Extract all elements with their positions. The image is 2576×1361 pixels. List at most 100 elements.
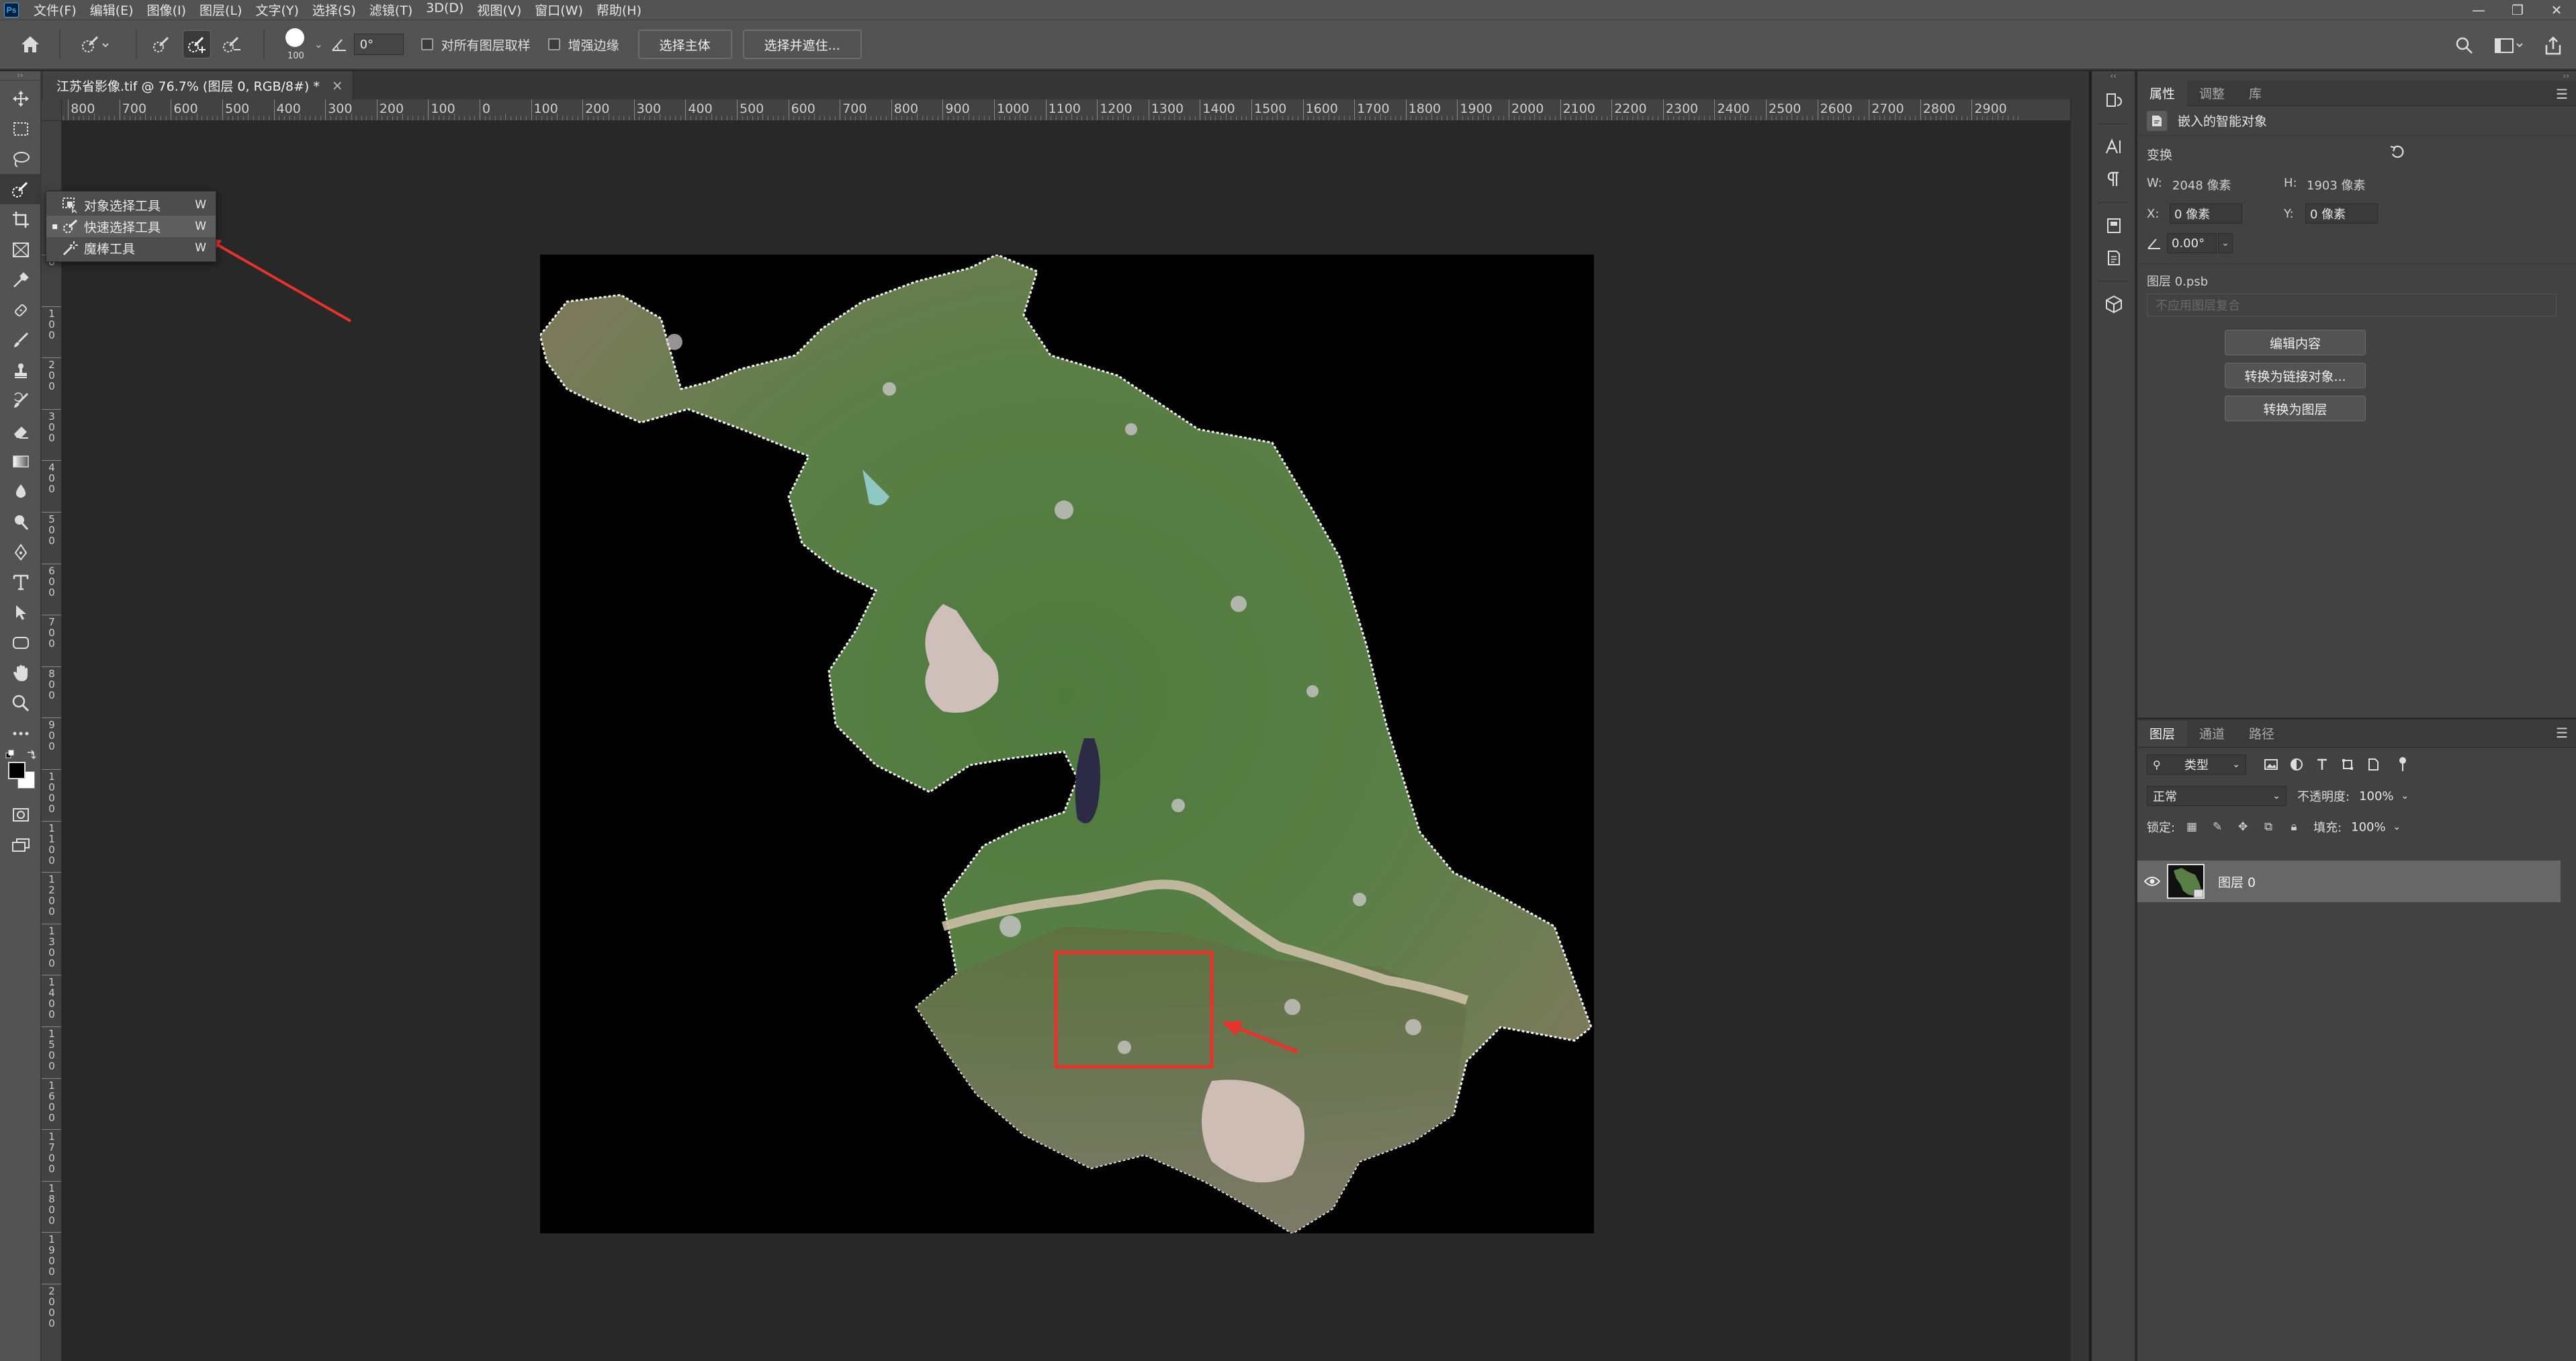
move-tool[interactable] — [0, 83, 42, 114]
3d-panel-button[interactable] — [2092, 288, 2136, 320]
chevron-down-icon[interactable]: ⌄ — [314, 38, 323, 50]
canvas-area[interactable] — [62, 121, 2070, 1361]
width-value[interactable]: 2048 像素 — [2172, 176, 2231, 193]
lock-image-icon[interactable]: ✎ — [2209, 818, 2226, 836]
quick-mask-button[interactable] — [0, 799, 42, 830]
rotation-dropdown[interactable]: ⌄ — [2218, 233, 2233, 253]
paragraph-panel-button[interactable] — [2092, 163, 2136, 195]
select-and-mask-button[interactable]: 选择并遮住... — [742, 30, 862, 59]
screen-mode-button[interactable] — [0, 830, 42, 860]
minimize-button[interactable]: — — [2459, 0, 2498, 19]
lock-transparent-icon[interactable]: ▦ — [2183, 818, 2201, 836]
menu-item[interactable]: 滤镜(T) — [369, 1, 412, 19]
canvas-vertical-scrollbar[interactable] — [2070, 99, 2089, 1361]
menu-item[interactable]: 文字(Y) — [255, 1, 298, 19]
brush-size-picker[interactable]: 100 — [275, 24, 314, 64]
lock-position-icon[interactable]: ✥ — [2234, 818, 2252, 836]
menu-item[interactable]: 图像(I) — [147, 1, 186, 19]
history-brush-tool[interactable] — [0, 386, 42, 416]
tab-layers[interactable]: 图层 — [2137, 720, 2188, 746]
adjustment-filter-icon[interactable] — [2286, 754, 2307, 775]
tool-preset-picker[interactable] — [71, 30, 118, 58]
shape-filter-icon[interactable] — [2338, 754, 2358, 775]
home-button[interactable] — [12, 26, 48, 62]
quick-selection-tool[interactable] — [0, 174, 42, 204]
restore-button[interactable]: ❐ — [2498, 0, 2537, 19]
close-window-button[interactable]: ✕ — [2537, 0, 2576, 19]
vertical-ruler[interactable]: 01 0 02 0 03 0 04 0 05 0 06 0 07 0 08 0 … — [42, 121, 62, 1361]
type-tool[interactable] — [0, 567, 42, 597]
tab-adjustments[interactable]: 调整 — [2187, 81, 2237, 106]
type-filter-icon[interactable] — [2312, 754, 2332, 775]
menu-item[interactable]: 视图(V) — [477, 1, 521, 19]
convert-to-linked-button[interactable]: 转换为链接对象... — [2225, 363, 2366, 388]
more-tools-button[interactable] — [0, 718, 42, 748]
edit-contents-button[interactable]: 编辑内容 — [2225, 330, 2366, 355]
hand-tool[interactable] — [0, 658, 42, 688]
sample-all-layers-checkbox[interactable]: 对所有图层取样 — [420, 36, 531, 54]
layer-filter-select[interactable]: ⚲ 类型 ⌄ — [2147, 754, 2246, 775]
marquee-tool[interactable] — [0, 114, 42, 144]
menu-item[interactable]: 窗口(W) — [535, 1, 583, 19]
convert-to-layers-button[interactable]: 转换为图层 — [2225, 396, 2366, 421]
blur-tool[interactable] — [0, 476, 42, 507]
color-swatches[interactable] — [0, 748, 42, 799]
ruler-origin[interactable] — [42, 99, 62, 121]
brush-tool[interactable] — [0, 325, 42, 355]
lock-all-icon[interactable]: 🔒︎ — [2285, 818, 2303, 836]
layer-visibility-toggle[interactable] — [2137, 876, 2167, 887]
character-panel-button[interactable] — [2092, 131, 2136, 163]
add-to-selection-mode-button[interactable] — [183, 30, 211, 58]
menu-item[interactable]: 图层(L) — [199, 1, 242, 19]
height-value[interactable]: 1903 像素 — [2307, 176, 2366, 193]
magic-wand-tool-item[interactable]: 魔棒工具 W — [46, 237, 216, 259]
search-button[interactable] — [2448, 30, 2481, 62]
layer-row[interactable]: 图层 0 — [2137, 861, 2561, 902]
layer-thumbnail[interactable] — [2167, 864, 2205, 899]
document-tab[interactable]: 江苏省影像.tif @ 76.7% (图层 0, RGB/8#) * × — [43, 71, 353, 99]
menu-item[interactable]: 帮助(H) — [596, 1, 641, 19]
opacity-input[interactable]: 100% ⌄ — [2354, 786, 2414, 806]
shape-tool[interactable] — [0, 627, 42, 658]
panel-grip[interactable]: ›› — [2137, 71, 2576, 81]
share-button[interactable] — [2537, 30, 2569, 62]
close-tab-icon[interactable]: × — [332, 77, 343, 93]
rotation-angle-input[interactable]: 0.00° — [2167, 233, 2217, 253]
blend-mode-select[interactable]: 正常 ⌄ — [2147, 786, 2286, 806]
new-selection-mode-button[interactable] — [148, 30, 176, 58]
eraser-tool[interactable] — [0, 416, 42, 446]
panel-grip[interactable]: ›› — [0, 71, 40, 81]
history-panel-button[interactable] — [2092, 85, 2136, 117]
filter-toggle-icon[interactable] — [2393, 754, 2413, 775]
object-selection-tool-item[interactable]: 对象选择工具 W — [46, 194, 216, 216]
fill-input[interactable]: 100% ⌄ — [2346, 817, 2406, 837]
menu-item[interactable]: 编辑(E) — [90, 1, 134, 19]
healing-brush-tool[interactable] — [0, 295, 42, 325]
satellite-image[interactable] — [540, 255, 1594, 1233]
pixel-filter-icon[interactable] — [2261, 754, 2281, 775]
notes-panel-button[interactable] — [2092, 242, 2136, 274]
tab-paths[interactable]: 路径 — [2237, 721, 2286, 746]
lasso-tool[interactable] — [0, 144, 42, 174]
eyedropper-tool[interactable] — [0, 265, 42, 295]
subtract-from-selection-mode-button[interactable] — [218, 30, 246, 58]
menu-item[interactable]: 3D(D) — [426, 1, 463, 19]
brush-angle-input[interactable]: 0° — [353, 34, 404, 55]
foreground-color-swatch[interactable] — [8, 762, 26, 779]
panel-grip[interactable]: ‹‹ — [2092, 71, 2135, 81]
crop-tool[interactable] — [0, 204, 42, 234]
layer-name[interactable]: 图层 0 — [2218, 873, 2256, 891]
x-position-input[interactable]: 0 像素 — [2170, 204, 2242, 224]
select-subject-button[interactable]: 选择主体 — [637, 30, 732, 59]
frame-tool[interactable] — [0, 234, 42, 265]
smart-object-filter-icon[interactable] — [2363, 754, 2383, 775]
enhance-edge-checkbox[interactable]: 增强边缘 — [547, 36, 619, 54]
gradient-tool[interactable] — [0, 446, 42, 476]
swap-colors-icon[interactable] — [26, 750, 36, 760]
reset-transform-button[interactable] — [2389, 144, 2407, 163]
tab-libraries[interactable]: 库 — [2237, 81, 2274, 106]
menu-item[interactable]: 选择(S) — [312, 1, 356, 19]
pen-tool[interactable] — [0, 537, 42, 567]
tab-channels[interactable]: 通道 — [2187, 721, 2237, 746]
panel-menu-icon[interactable]: ☰ — [2556, 86, 2568, 102]
